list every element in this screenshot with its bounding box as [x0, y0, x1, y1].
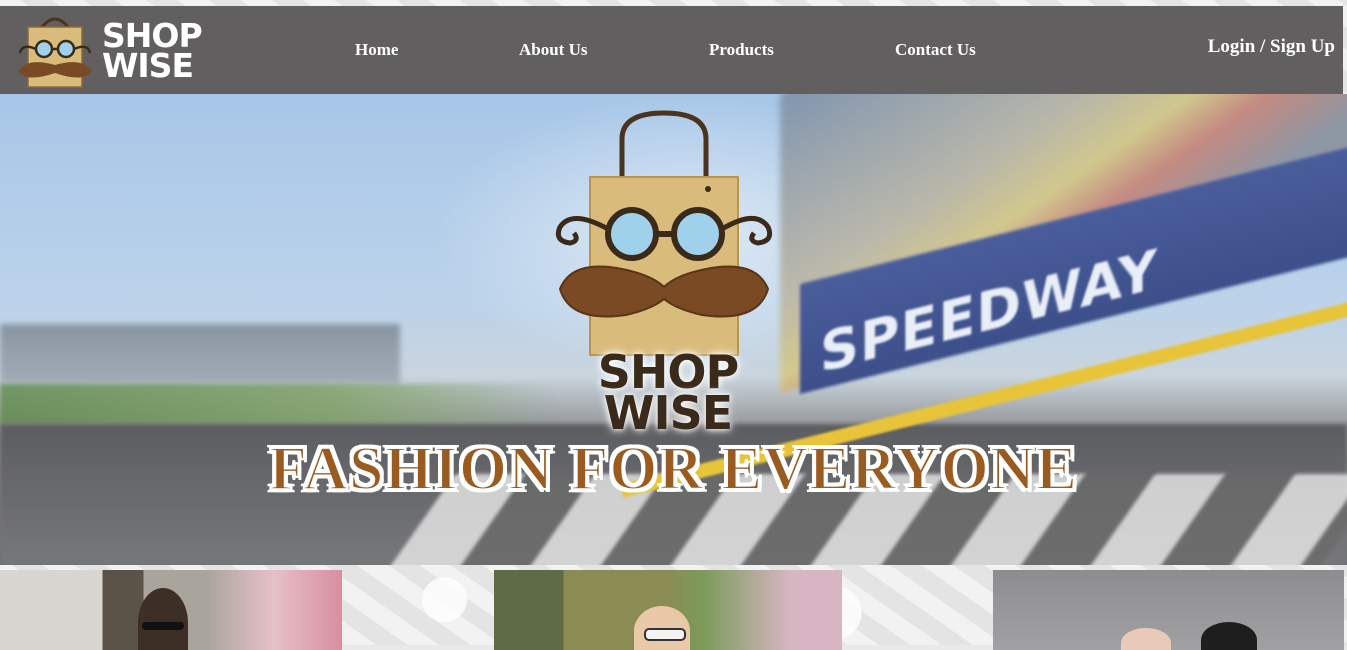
product-photo-children: [1121, 628, 1171, 650]
product-card-1[interactable]: [0, 570, 342, 650]
logo-word-wise: WISE: [102, 46, 194, 85]
product-card-2[interactable]: [494, 570, 842, 650]
product-card-3[interactable]: [993, 570, 1344, 650]
sunglasses-icon: [142, 622, 184, 630]
login-signup-link[interactable]: Login / Sign Up: [1208, 36, 1335, 58]
hero-logo-text: SHOP WISE: [578, 349, 758, 441]
shopping-bag-mustache-icon: [18, 17, 92, 88]
white-sunglasses-icon: [644, 628, 686, 641]
nav-home[interactable]: Home: [355, 40, 398, 60]
product-photo-man: [138, 588, 188, 650]
hero-left-stand: [0, 324, 400, 384]
header-logo-text: SHOP WISE: [102, 19, 203, 85]
header-logo[interactable]: SHOP WISE: [14, 13, 240, 89]
nav-products[interactable]: Products: [709, 40, 774, 60]
hero-logo-word-wise: WISE: [603, 386, 733, 441]
nav-about-us[interactable]: About Us: [519, 40, 588, 60]
child-hair: [1201, 622, 1257, 650]
hero-infield-grass: [0, 384, 560, 424]
hero-banner: SPEEDWAY SHOP WISE FASHION FOR EVERYONE: [0, 94, 1347, 565]
site-header: SHOP WISE Home About Us Products Contact…: [0, 6, 1343, 94]
hero-tagline: FASHION FOR EVERYONE: [268, 434, 1078, 504]
nav-contact-us[interactable]: Contact Us: [895, 40, 976, 60]
